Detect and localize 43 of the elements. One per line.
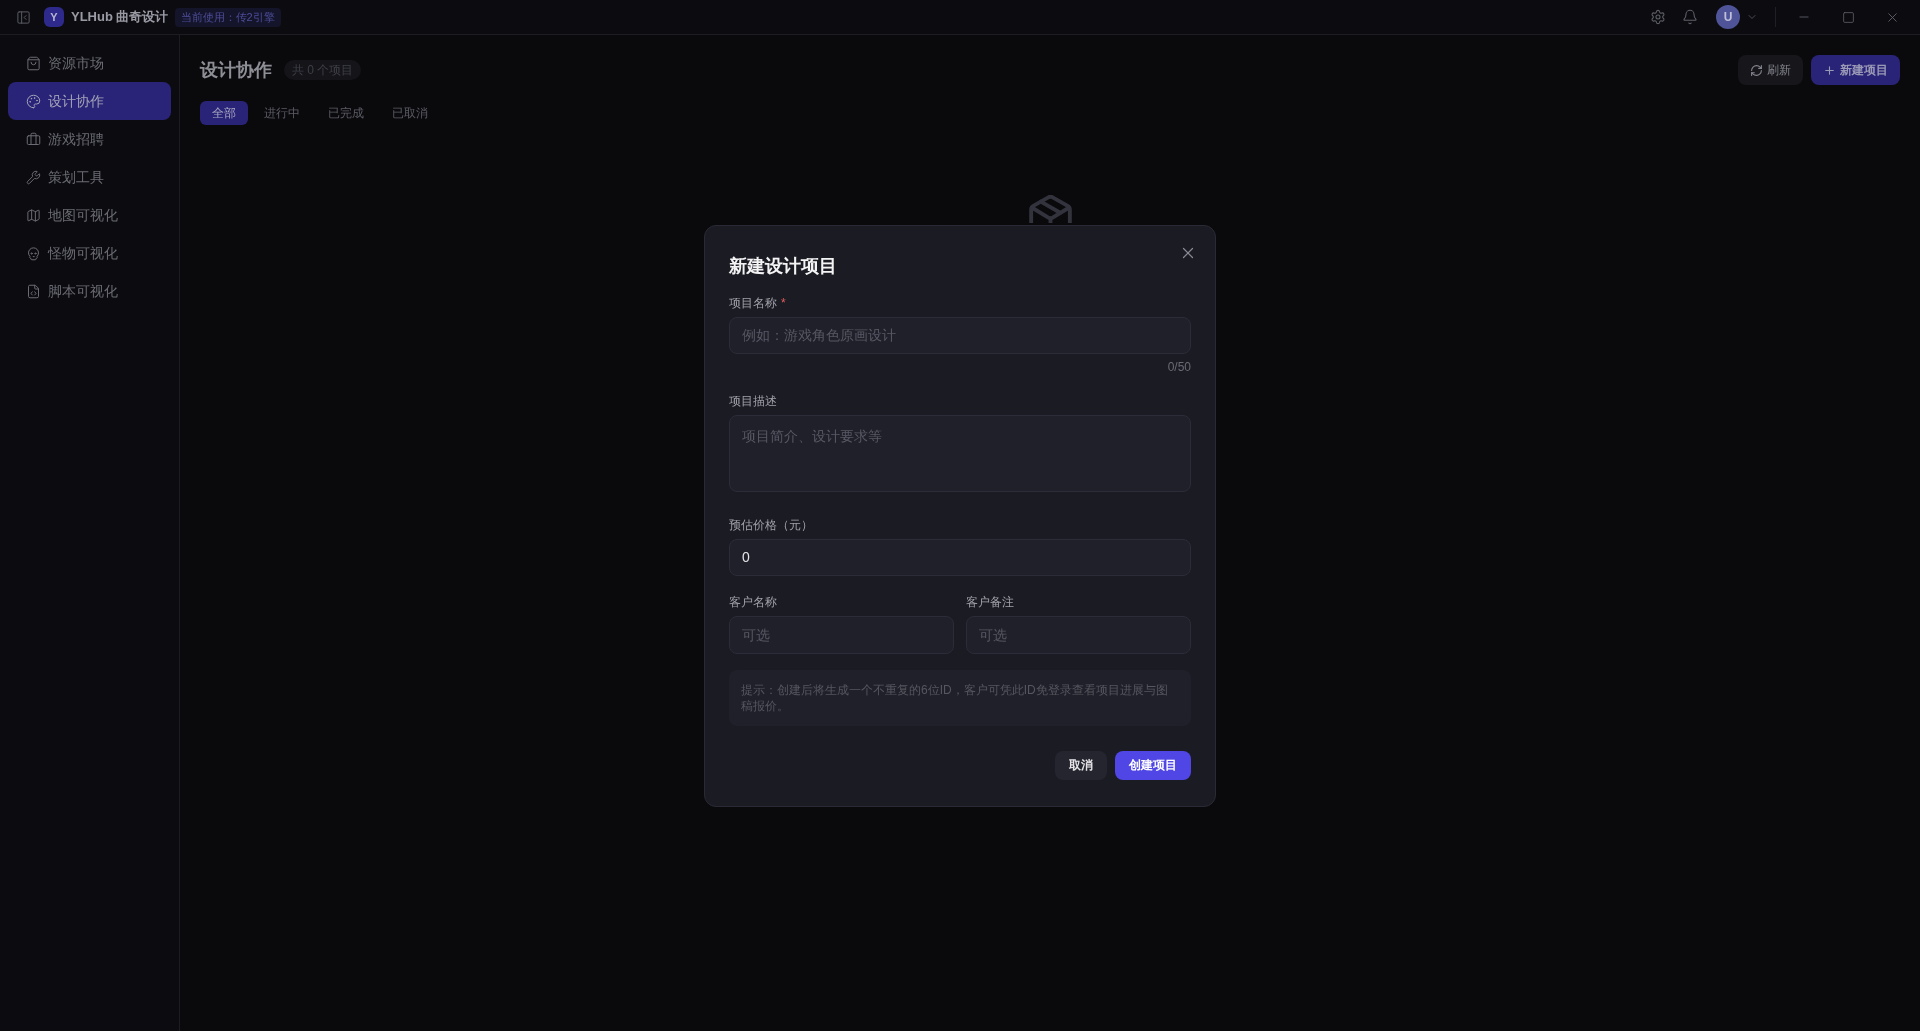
shopping-bag-icon — [26, 55, 41, 71]
field-label: 项目名称 — [729, 294, 777, 311]
refresh-icon — [1750, 63, 1763, 77]
character-counter: 0/50 — [1167, 358, 1191, 375]
palette-icon — [26, 93, 41, 109]
filter-tab[interactable]: 已取消 — [380, 101, 440, 125]
briefcase-icon — [26, 131, 41, 147]
refresh-button[interactable]: 刷新 — [1738, 55, 1803, 85]
field-label: 项目描述 — [729, 392, 777, 409]
field-label: 预估价格（元） — [729, 516, 813, 533]
sidebar-item[interactable]: 地图可视化 — [8, 196, 171, 234]
field-label: 客户名称 — [729, 593, 778, 610]
wrench-icon — [26, 169, 41, 185]
page-title: 设计协作 — [200, 59, 272, 82]
map-icon — [26, 207, 41, 223]
sidebar-item[interactable]: 资源市场 — [8, 44, 171, 82]
engine-badge: 当前使用：传2引擎 — [174, 7, 281, 27]
cancel-button[interactable]: 取消 — [1055, 750, 1107, 780]
new-project-button[interactable]: 新建项目 — [1811, 55, 1900, 85]
filter-tab[interactable]: 已完成 — [316, 101, 376, 125]
required-mark: * — [781, 294, 786, 311]
maximize-icon — [1841, 10, 1855, 24]
input-field[interactable]: 0 — [729, 538, 1191, 576]
create-button[interactable]: 创建项目 — [1115, 750, 1191, 780]
user-avatar[interactable]: U — [1716, 5, 1740, 29]
sidebar-item[interactable]: 设计协作 — [8, 82, 171, 120]
app-title: YLHub 曲奇设计 — [71, 8, 169, 27]
plus-icon — [1823, 63, 1836, 77]
sidebar-toggle-icon[interactable] — [16, 9, 31, 25]
filter-tab[interactable]: 全部 — [200, 101, 248, 125]
skull-icon — [26, 245, 41, 261]
package-icon — [1028, 195, 1072, 223]
sidebar-item[interactable]: 游戏招聘 — [8, 120, 171, 158]
field-label: 客户备注 — [966, 593, 1015, 610]
sidebar-item[interactable]: 怪物可视化 — [8, 234, 171, 272]
settings-icon[interactable] — [1650, 9, 1666, 25]
bell-icon[interactable] — [1682, 9, 1698, 25]
sidebar-item[interactable]: 策划工具 — [8, 158, 171, 196]
dialog-title: 新建设计项目 — [729, 254, 838, 278]
app-logo: Y — [44, 7, 64, 27]
filter-tab[interactable]: 进行中 — [252, 101, 312, 125]
file-code-icon — [26, 283, 41, 299]
sidebar-item[interactable]: 脚本可视化 — [8, 272, 171, 310]
